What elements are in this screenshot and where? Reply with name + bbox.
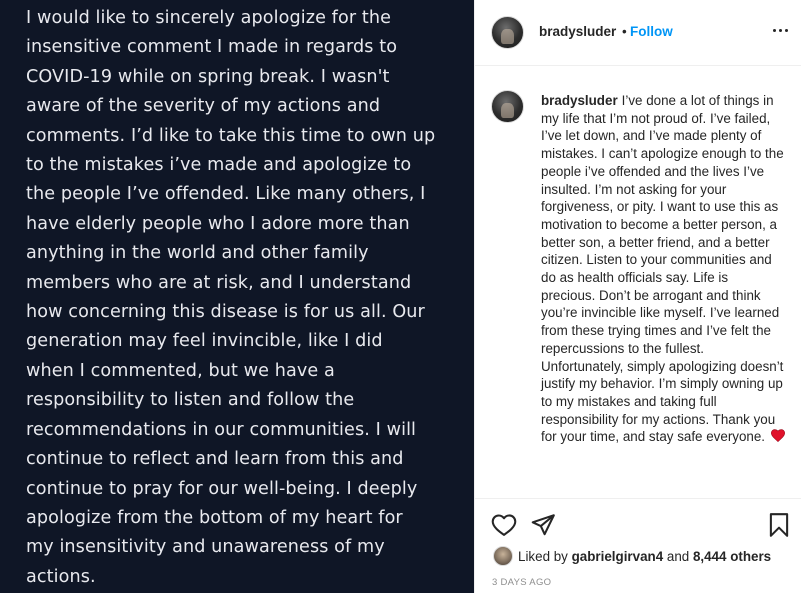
separator-dot: • [622,24,627,39]
post-timestamp[interactable]: 3 DAYS AGO [492,577,551,588]
heart-outline-icon[interactable] [491,512,517,538]
caption-username[interactable]: bradysluder [541,93,618,108]
caption-author-avatar[interactable] [491,90,524,123]
caption-text: I’ve done a lot of things in my life tha… [541,93,784,445]
author-username[interactable]: bradysluder [539,24,616,39]
likes-summary: Liked by gabrielgirvan4 and 8,444 others [493,546,771,566]
post-image[interactable]: I would like to sincerely apologize for … [0,0,474,593]
paper-plane-icon[interactable] [530,512,556,538]
likes-others-count[interactable]: 8,444 others [693,549,771,564]
post-header: bradysluder • Follow [475,0,801,66]
caption: bradysluder I’ve done a lot of things in … [541,92,786,446]
more-options-icon[interactable] [768,18,792,42]
liker-username[interactable]: gabrielgirvan4 [572,549,664,564]
post-actions: Liked by gabrielgirvan4 and 8,444 others… [475,498,801,593]
post-image-text: I would like to sincerely apologize for … [26,8,436,587]
caption-area: bradysluder I’ve done a lot of things in … [475,66,801,498]
red-heart-emoji-icon [770,429,785,443]
liker-avatar[interactable] [493,546,513,566]
follow-button[interactable]: Follow [630,24,673,39]
author-avatar[interactable] [491,16,524,49]
post-side-panel: bradysluder • Follow bradysluder I’ve don… [474,0,801,593]
liked-by-prefix: Liked by [518,549,568,564]
likes-conjunction: and [666,549,690,564]
bookmark-icon[interactable] [766,512,792,538]
